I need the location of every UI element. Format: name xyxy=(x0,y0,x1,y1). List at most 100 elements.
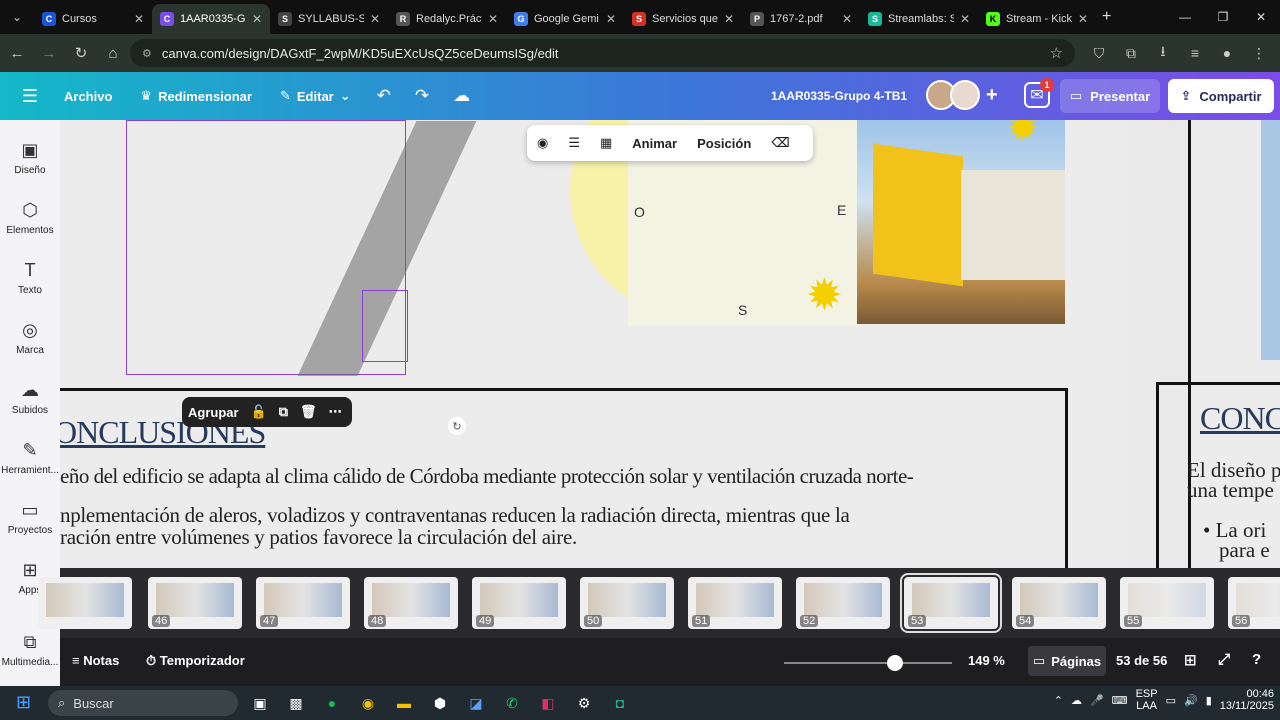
volume-icon[interactable]: 🔊 xyxy=(1184,694,1198,707)
animate-button[interactable]: Animar xyxy=(622,136,687,151)
conclusion-paragraph-2[interactable]: nplementación de aleros, voladizos y con… xyxy=(60,504,1060,548)
archivo-menu[interactable]: Archivo xyxy=(50,89,126,104)
close-tab-icon[interactable]: ✕ xyxy=(724,12,734,26)
cloud-saved-icon[interactable]: ☁ xyxy=(441,86,482,106)
conclusion-paragraph-1[interactable]: eño del edificio se adapta al clima cáli… xyxy=(60,464,1060,489)
group-button[interactable]: Agrupar xyxy=(182,405,245,420)
media-control-icon[interactable]: ≡ xyxy=(1184,40,1206,66)
sidebar-item-media[interactable]: ⧉ Multimedia... xyxy=(0,620,60,680)
redo-icon[interactable]: ↷ xyxy=(403,86,441,106)
avatar[interactable] xyxy=(950,80,980,110)
new-tab-button[interactable]: + xyxy=(1102,8,1111,26)
tab-cursos[interactable]: C Cursos ✕ xyxy=(34,4,152,34)
zoom-slider[interactable] xyxy=(784,662,952,664)
page-thumbnail[interactable]: 52 xyxy=(796,577,890,629)
extensions-icon[interactable]: ⧉ xyxy=(1120,40,1142,66)
page-thumbnail[interactable]: 50 xyxy=(580,577,674,629)
tab-kick[interactable]: K Stream - Kick ✕ xyxy=(978,4,1096,34)
close-tab-icon[interactable]: ✕ xyxy=(960,12,970,26)
shield-icon[interactable]: ⛉ xyxy=(1088,40,1110,66)
zoom-level[interactable]: 149 % xyxy=(968,653,1005,668)
tab-syllabus[interactable]: S SYLLABUS-S ✕ xyxy=(270,4,388,34)
share-button[interactable]: ⇪ Compartir xyxy=(1168,79,1274,113)
keyboard-icon[interactable]: ⌨ xyxy=(1112,694,1128,707)
page-count[interactable]: 53 de 56 xyxy=(1116,653,1167,668)
url-input[interactable]: ⚙ canva.com/design/DAGxtF_2wpM/KD5uEXcUs… xyxy=(130,39,1075,67)
current-slide[interactable]: O E S ✹ ✹ ◉ ☰ ▦ Animar Posición ⌫ ONCLUS… xyxy=(60,120,1280,568)
building-photo[interactable]: ✹ xyxy=(857,120,1065,324)
tab-canva-active[interactable]: C 1AAR0335-G ✕ xyxy=(152,4,270,34)
page-thumbnail[interactable]: 46 xyxy=(148,577,242,629)
document-title[interactable]: 1AAR0335-Grupo 4-TB1 xyxy=(771,89,907,103)
position-button[interactable]: Posición xyxy=(687,136,761,151)
display-icon[interactable]: ▭ xyxy=(1166,694,1176,707)
redimensionar-menu[interactable]: ♛ Redimensionar xyxy=(126,88,266,104)
windows-start-icon[interactable]: ⊞ xyxy=(16,692,31,713)
add-collaborator-icon[interactable]: + xyxy=(986,84,998,107)
timer-button[interactable]: ⏱ Temporizador xyxy=(146,653,245,669)
page-thumbnail[interactable]: 54 xyxy=(1012,577,1106,629)
close-tab-icon[interactable]: ✕ xyxy=(606,12,616,26)
present-button[interactable]: ▭ Presentar xyxy=(1060,79,1160,113)
back-icon[interactable]: ← xyxy=(2,38,32,68)
sidebar-item-text[interactable]: T Texto xyxy=(0,248,60,308)
help-icon[interactable]: ? xyxy=(1252,651,1261,668)
microphone-icon[interactable]: 🎤 xyxy=(1090,694,1104,707)
sidebar-item-brand[interactable]: ◎ Marca xyxy=(0,308,60,368)
home-icon[interactable]: ⌂ xyxy=(98,38,128,68)
clock[interactable]: 00:46 13/11/2025 xyxy=(1220,688,1274,712)
rotate-handle-icon[interactable]: ↻ xyxy=(448,417,466,435)
reload-icon[interactable]: ↻ xyxy=(66,38,96,68)
close-window-icon[interactable]: ✕ xyxy=(1242,0,1280,34)
app-icon[interactable]: ⬢ xyxy=(425,690,455,716)
download-icon[interactable]: ⭳ xyxy=(1152,40,1174,66)
close-tab-icon[interactable]: ✕ xyxy=(1078,12,1088,26)
page-thumbnail[interactable]: 55 xyxy=(1120,577,1214,629)
tab-pdf[interactable]: P 1767-2.pdf ✕ xyxy=(742,4,860,34)
file-explorer-icon[interactable]: ▬ xyxy=(389,690,419,716)
sidebar-item-uploads[interactable]: ☁ Subidos xyxy=(0,368,60,428)
copy-style-icon[interactable]: ⌫ xyxy=(761,135,799,151)
duplicate-icon[interactable]: ⧉ xyxy=(273,404,294,420)
close-tab-icon[interactable]: ✕ xyxy=(842,12,852,26)
page-thumbnail[interactable]: 49 xyxy=(472,577,566,629)
tray-expand-icon[interactable]: ⌃ xyxy=(1054,694,1063,707)
tab-streamlabs[interactable]: S Streamlabs: S ✕ xyxy=(860,4,978,34)
profile-avatar[interactable]: ● xyxy=(1216,40,1238,66)
grid-view-icon[interactable]: ⊞ xyxy=(1184,651,1197,669)
notes-button[interactable]: ≡ Notas xyxy=(72,653,119,668)
transparency-icon[interactable]: ▦ xyxy=(590,135,622,151)
page-thumbnail[interactable] xyxy=(38,577,132,629)
undo-icon[interactable]: ↶ xyxy=(365,86,403,106)
more-options-icon[interactable]: ⋯ xyxy=(323,404,348,420)
settings-icon[interactable]: ⚙ xyxy=(569,690,599,716)
minecraft-icon[interactable]: ▩ xyxy=(281,690,311,716)
close-tab-icon[interactable]: ✕ xyxy=(370,12,380,26)
app-icon[interactable]: ◧ xyxy=(533,690,563,716)
selection-box[interactable] xyxy=(362,290,408,362)
battery-icon[interactable]: ▮ xyxy=(1206,694,1212,707)
close-tab-icon[interactable]: ✕ xyxy=(252,12,262,26)
taskbar-search[interactable]: ⌕ Buscar xyxy=(48,690,238,716)
page-thumbnail[interactable]: 48 xyxy=(364,577,458,629)
tab-servicios[interactable]: S Servicios que ✕ xyxy=(624,4,742,34)
hamburger-menu-icon[interactable]: ☰ xyxy=(10,72,50,120)
fullscreen-icon[interactable]: ⤢ xyxy=(1218,651,1230,668)
pages-button[interactable]: ▭ Páginas xyxy=(1028,646,1106,676)
network-icon[interactable]: ☁ xyxy=(1071,694,1082,707)
language-indicator[interactable]: ESP LAA xyxy=(1136,688,1158,712)
zoom-slider-handle[interactable] xyxy=(887,655,903,671)
minimize-icon[interactable]: — xyxy=(1166,0,1204,34)
app-icon[interactable]: ◪ xyxy=(461,690,491,716)
whatsapp-icon[interactable]: ✆ xyxy=(497,690,527,716)
sidebar-item-elements[interactable]: ⬡ Elementos xyxy=(0,188,60,248)
tab-gemini[interactable]: G Google Gemi ✕ xyxy=(506,4,624,34)
close-tab-icon[interactable]: ✕ xyxy=(134,12,144,26)
border-style-icon[interactable]: ◉ xyxy=(527,135,558,151)
store-icon[interactable]: ▣ xyxy=(245,690,275,716)
sidebar-item-projects[interactable]: ▭ Proyectos xyxy=(0,488,60,548)
delete-icon[interactable]: 🗑 xyxy=(294,404,323,420)
lock-icon[interactable]: 🔓 xyxy=(245,404,273,420)
page-thumbnail-selected[interactable]: 53 xyxy=(900,573,1002,633)
page-thumbnail[interactable]: 51 xyxy=(688,577,782,629)
